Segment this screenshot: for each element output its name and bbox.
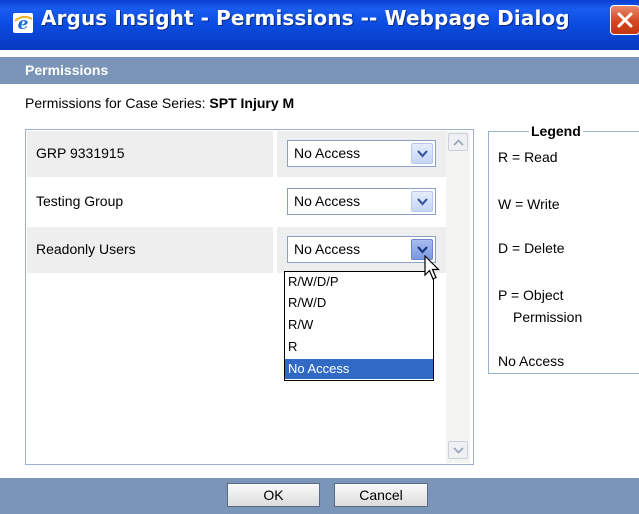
legend-box: Legend R = Read W = Write D = Delete P =… <box>488 123 639 374</box>
dropdown-option[interactable]: R/W <box>285 315 433 335</box>
permission-dropdown-list: R/W/D/P R/W/D R/W R No Access <box>284 271 434 381</box>
legend-item: W = Write <box>498 196 560 212</box>
permission-select[interactable]: No Access <box>287 236 436 263</box>
ok-button[interactable]: OK <box>227 483 320 507</box>
group-name: GRP 9331915 <box>36 145 125 161</box>
legend-item: P = Object <box>498 287 564 303</box>
chevron-down-icon <box>453 447 464 454</box>
dropdown-option[interactable]: R/W/D/P <box>285 272 433 292</box>
permission-select[interactable]: No Access <box>287 188 436 215</box>
scroll-up-button[interactable] <box>448 133 468 151</box>
legend-item: R = Read <box>498 149 558 165</box>
dropdown-button[interactable] <box>411 191 433 212</box>
permission-value: No Access <box>294 241 361 257</box>
group-name: Testing Group <box>36 193 124 209</box>
permissions-header: Permissions <box>0 57 639 84</box>
legend-item: D = Delete <box>498 240 565 256</box>
dropdown-option[interactable]: R/W/D <box>285 293 433 313</box>
window-title: Argus Insight - Permissions -- Webpage D… <box>41 6 570 30</box>
footer-bar: OK Cancel <box>0 478 639 514</box>
permission-select[interactable]: No Access <box>287 140 436 167</box>
header-label: Permissions <box>25 62 109 78</box>
mouse-cursor-icon <box>424 255 440 280</box>
case-series-line: Permissions for Case Series: SPT Injury … <box>25 95 294 111</box>
legend-item: Permission <box>513 309 583 325</box>
dropdown-option-selected[interactable]: No Access <box>285 359 433 379</box>
legend-title: Legend <box>529 123 583 139</box>
ie-icon: e <box>13 13 33 34</box>
dropdown-option[interactable]: R <box>285 337 433 357</box>
group-row: Testing Group No Access <box>27 179 448 225</box>
permission-value: No Access <box>294 145 361 161</box>
scroll-down-button[interactable] <box>448 441 468 459</box>
legend-item: No Access <box>498 353 565 369</box>
title-bar: e Argus Insight - Permissions -- Webpage… <box>0 0 639 50</box>
group-row: Readonly Users No Access <box>27 227 448 273</box>
permission-value: No Access <box>294 193 361 209</box>
close-icon <box>617 12 633 28</box>
chevron-down-icon <box>417 246 428 254</box>
group-name: Readonly Users <box>36 241 136 257</box>
group-row: GRP 9331915 No Access <box>27 131 448 177</box>
chevron-down-icon <box>417 150 428 158</box>
cancel-button[interactable]: Cancel <box>334 483 428 507</box>
case-series-prefix: Permissions for Case Series: <box>25 95 206 111</box>
dropdown-button[interactable] <box>411 143 433 164</box>
vertical-scrollbar[interactable] <box>446 131 470 463</box>
case-series-name: SPT Injury M <box>209 95 295 111</box>
chevron-down-icon <box>417 198 428 206</box>
chevron-up-icon <box>453 139 464 146</box>
close-button[interactable] <box>610 5 639 35</box>
